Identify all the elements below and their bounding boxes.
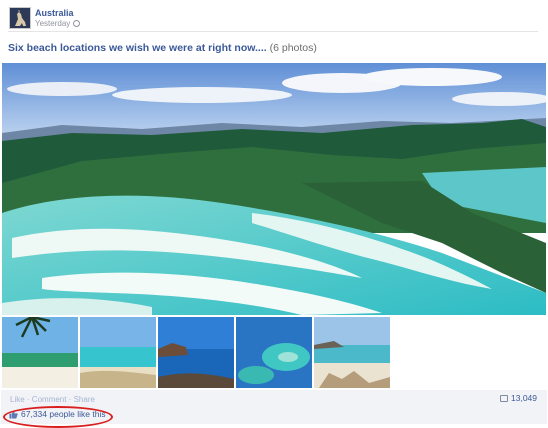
- hero-photo[interactable]: [2, 63, 546, 315]
- comment-icon: [500, 395, 508, 402]
- post-title-text: Six beach locations we wish we were at r…: [8, 42, 267, 54]
- hero-photo-image: [2, 63, 546, 315]
- thumbnail-image: [80, 317, 156, 388]
- thumbnail-image: [314, 317, 390, 388]
- thumbnail-photo[interactable]: [158, 317, 234, 388]
- kangaroo-logo-icon: [10, 8, 30, 28]
- thumbnail-photo[interactable]: [80, 317, 156, 388]
- post-actions: Like · Comment · Share: [10, 395, 95, 404]
- thumbnail-photo[interactable]: [236, 317, 312, 388]
- red-circle-annotation: [3, 406, 113, 428]
- page-name-link[interactable]: Australia: [35, 8, 74, 18]
- thumbnail-image: [236, 317, 312, 388]
- timestamp-text: Yesterday: [35, 19, 71, 28]
- comment-count[interactable]: 13,049: [500, 393, 537, 403]
- page-avatar[interactable]: [9, 7, 31, 29]
- globe-icon: [73, 20, 81, 27]
- like-link[interactable]: Like: [10, 395, 25, 404]
- thumbnail-photo[interactable]: [2, 317, 78, 388]
- header-divider: [8, 31, 538, 32]
- post-title[interactable]: Six beach locations we wish we were at r…: [8, 42, 317, 54]
- post-timestamp[interactable]: Yesterday: [35, 19, 81, 28]
- thumbnail-photo[interactable]: [314, 317, 390, 388]
- thumbnail-image: [158, 317, 234, 388]
- share-link[interactable]: Share: [74, 395, 95, 404]
- photo-count: (6 photos): [269, 42, 317, 54]
- thumbnail-image: [2, 317, 78, 388]
- comment-count-text: 13,049: [511, 393, 537, 403]
- comment-link[interactable]: Comment: [32, 395, 67, 404]
